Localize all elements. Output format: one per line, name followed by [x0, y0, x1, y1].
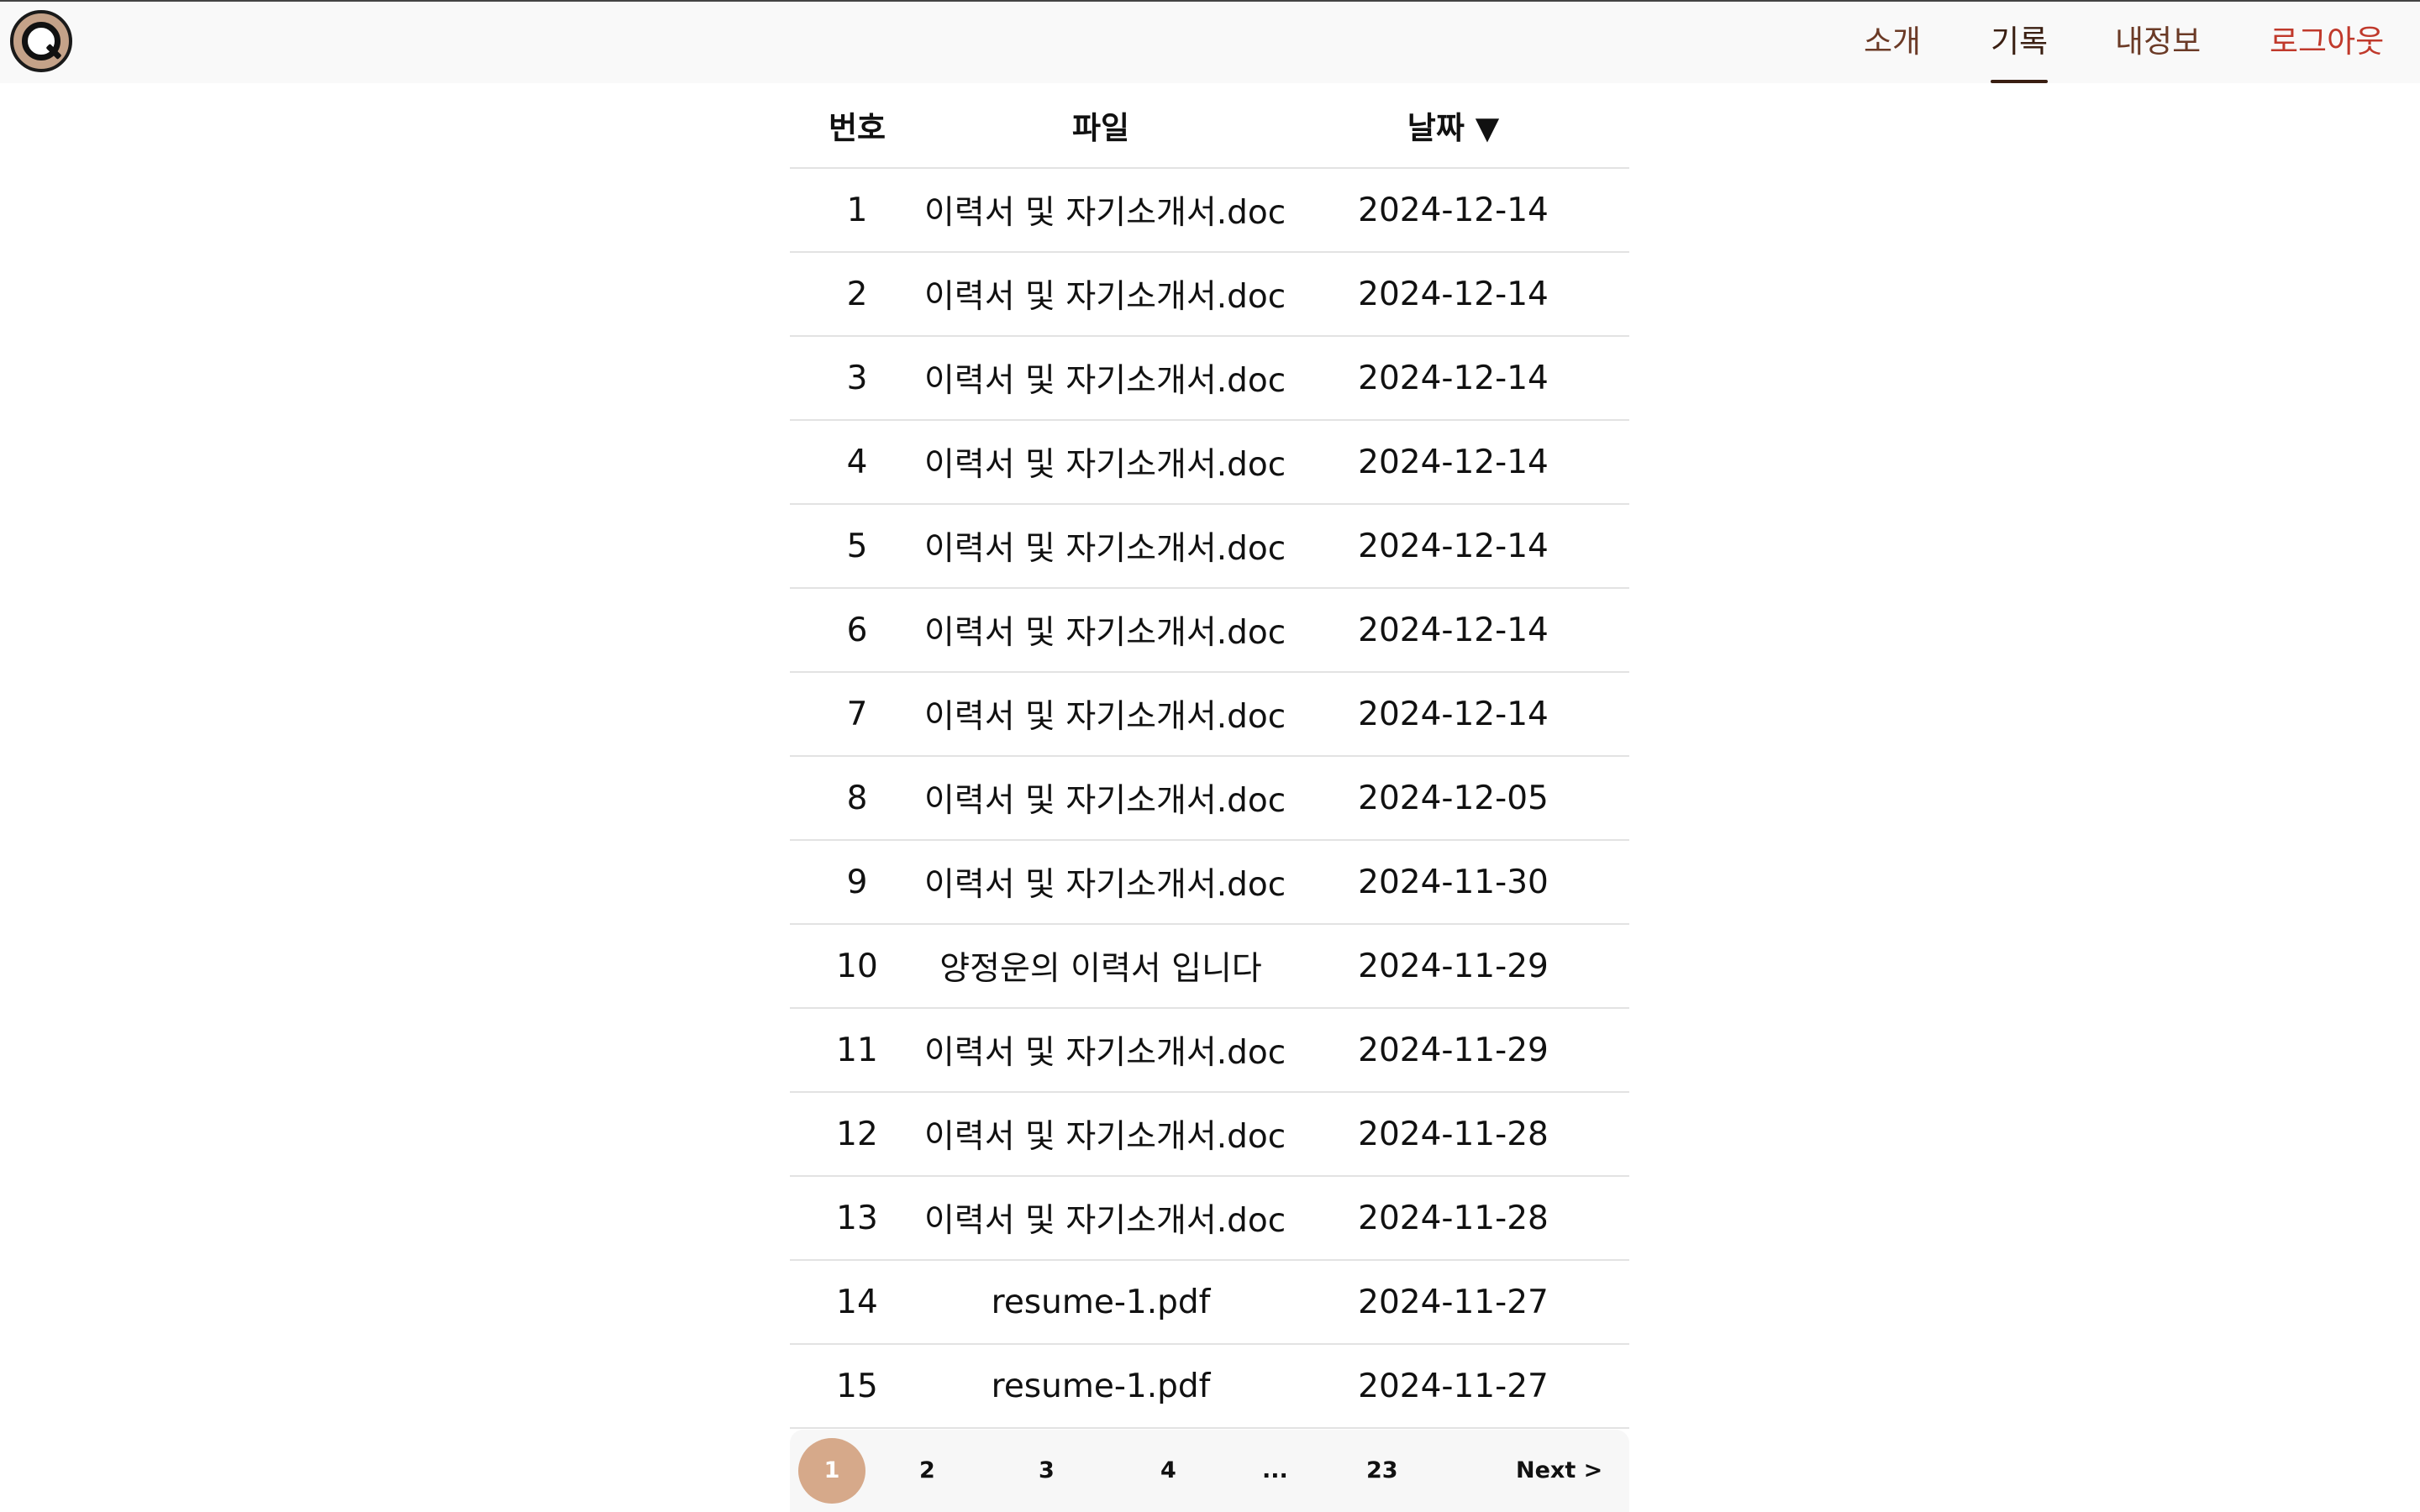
row-date: 2024-12-14 — [1277, 504, 1629, 589]
history-table-container: 번호 파일 날짜 ▼ 1 이력서 및 자기소개서.doc 2024-12-14 … — [790, 83, 1629, 1429]
row-file-name[interactable]: 이력서 및 자기소개서.doc — [924, 756, 1286, 841]
column-header-file: 파일 — [924, 83, 1277, 169]
row-file-name[interactable]: 이력서 및 자기소개서.doc — [924, 168, 1286, 253]
row-date: 2024-12-05 — [1277, 756, 1629, 841]
column-header-number: 번호 — [790, 83, 924, 169]
page-button[interactable]: 4 — [1160, 1438, 1176, 1504]
row-file-name[interactable]: 이력서 및 자기소개서.doc — [924, 672, 1286, 757]
logo-icon[interactable] — [10, 10, 72, 72]
row-date: 2024-12-14 — [1277, 420, 1629, 505]
row-file-name[interactable]: 이력서 및 자기소개서.doc — [924, 504, 1286, 589]
row-number: 2 — [790, 252, 924, 337]
row-date: 2024-11-28 — [1277, 1092, 1629, 1177]
row-date: 2024-11-30 — [1277, 840, 1629, 925]
row-number: 13 — [790, 1176, 924, 1261]
row-date: 2024-11-27 — [1277, 1260, 1629, 1345]
row-date: 2024-12-14 — [1277, 588, 1629, 673]
history-table: 번호 파일 날짜 ▼ 1 이력서 및 자기소개서.doc 2024-12-14 … — [790, 83, 1629, 1429]
row-number: 11 — [790, 1008, 924, 1093]
table-row[interactable]: 2 이력서 및 자기소개서.doc 2024-12-14 — [790, 252, 1629, 337]
row-number: 12 — [790, 1092, 924, 1177]
row-file-name[interactable]: 이력서 및 자기소개서.doc — [924, 336, 1286, 421]
row-number: 8 — [790, 756, 924, 841]
row-file-name[interactable]: 이력서 및 자기소개서.doc — [924, 252, 1286, 337]
row-number: 5 — [790, 504, 924, 589]
nav-item-history[interactable]: 기록 — [1991, 22, 2048, 62]
row-number: 10 — [790, 924, 924, 1009]
row-date: 2024-12-14 — [1277, 168, 1629, 253]
column-header-date-sort[interactable]: 날짜 ▼ — [1277, 83, 1629, 169]
row-number: 6 — [790, 588, 924, 673]
row-file-name[interactable]: 이력서 및 자기소개서.doc — [924, 840, 1286, 925]
page-button[interactable]: 3 — [1039, 1438, 1055, 1504]
page-button[interactable]: 23 — [1366, 1438, 1398, 1504]
table-row[interactable]: 4 이력서 및 자기소개서.doc 2024-12-14 — [790, 420, 1629, 505]
row-number: 4 — [790, 420, 924, 505]
nav-item-my-info[interactable]: 내정보 — [2115, 22, 2201, 62]
row-file-name[interactable]: 이력서 및 자기소개서.doc — [924, 588, 1286, 673]
row-number: 14 — [790, 1260, 924, 1345]
row-file-name[interactable]: 이력서 및 자기소개서.doc — [924, 1176, 1286, 1261]
table-row[interactable]: 3 이력서 및 자기소개서.doc 2024-12-14 — [790, 336, 1629, 421]
nav-active-underline — [1991, 80, 2048, 83]
row-date: 2024-12-14 — [1277, 336, 1629, 421]
row-file-name[interactable]: 이력서 및 자기소개서.doc — [924, 1008, 1286, 1093]
table-row[interactable]: 8 이력서 및 자기소개서.doc 2024-12-05 — [790, 756, 1629, 841]
row-file-name[interactable]: 이력서 및 자기소개서.doc — [924, 420, 1286, 505]
row-number: 15 — [790, 1344, 924, 1429]
table-header-row: 번호 파일 날짜 ▼ — [790, 83, 1629, 169]
table-row[interactable]: 9 이력서 및 자기소개서.doc 2024-11-30 — [790, 840, 1629, 925]
row-file-name[interactable]: resume-1.pdf — [924, 1344, 1277, 1429]
table-row[interactable]: 10 양정운의 이력서 입니다 2024-11-29 — [790, 924, 1629, 1009]
row-number: 9 — [790, 840, 924, 925]
top-navigation-bar: 소개 기록 내정보 로그아웃 — [0, 0, 2420, 83]
row-date: 2024-12-14 — [1277, 252, 1629, 337]
row-file-name[interactable]: resume-1.pdf — [924, 1260, 1277, 1345]
table-row[interactable]: 15 resume-1.pdf 2024-11-27 — [790, 1344, 1629, 1429]
row-file-name[interactable]: 양정운의 이력서 입니다 — [924, 924, 1277, 1009]
table-row[interactable]: 11 이력서 및 자기소개서.doc 2024-11-29 — [790, 1008, 1629, 1093]
table-row[interactable]: 12 이력서 및 자기소개서.doc 2024-11-28 — [790, 1092, 1629, 1177]
page-ellipsis: ... — [1262, 1457, 1288, 1483]
nav-item-intro[interactable]: 소개 — [1864, 22, 1921, 62]
page-button[interactable]: 2 — [919, 1438, 935, 1504]
row-date: 2024-11-28 — [1277, 1176, 1629, 1261]
row-date: 2024-11-29 — [1277, 1008, 1629, 1093]
table-row[interactable]: 1 이력서 및 자기소개서.doc 2024-12-14 — [790, 168, 1629, 253]
nav-item-logout[interactable]: 로그아웃 — [2270, 22, 2384, 62]
next-page-button[interactable]: Next > — [1516, 1438, 1602, 1504]
table-row[interactable]: 14 resume-1.pdf 2024-11-27 — [790, 1260, 1629, 1345]
table-row[interactable]: 5 이력서 및 자기소개서.doc 2024-12-14 — [790, 504, 1629, 589]
table-row[interactable]: 6 이력서 및 자기소개서.doc 2024-12-14 — [790, 588, 1629, 673]
row-number: 1 — [790, 168, 924, 253]
row-number: 3 — [790, 336, 924, 421]
page-button-current[interactable]: 1 — [798, 1438, 865, 1504]
table-row[interactable]: 13 이력서 및 자기소개서.doc 2024-11-28 — [790, 1176, 1629, 1261]
pagination: 1 2 3 4 ... 23 Next > — [790, 1430, 1629, 1512]
row-number: 7 — [790, 672, 924, 757]
row-date: 2024-11-27 — [1277, 1344, 1629, 1429]
table-row[interactable]: 7 이력서 및 자기소개서.doc 2024-12-14 — [790, 672, 1629, 757]
row-date: 2024-11-29 — [1277, 924, 1629, 1009]
row-file-name[interactable]: 이력서 및 자기소개서.doc — [924, 1092, 1286, 1177]
row-date: 2024-12-14 — [1277, 672, 1629, 757]
